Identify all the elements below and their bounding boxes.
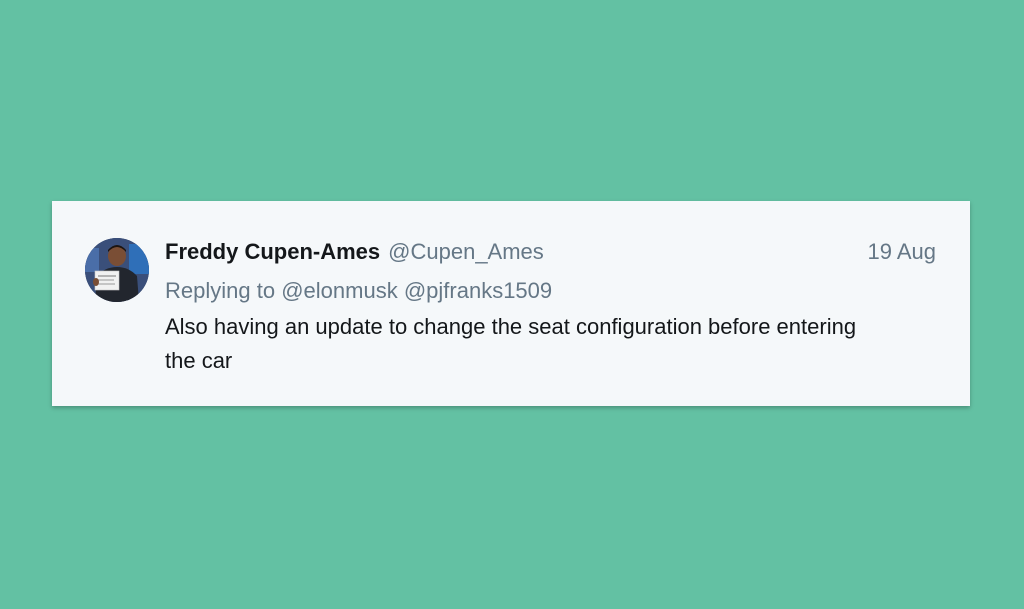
tweet-header: Freddy Cupen-Ames @Cupen_Ames 19 Aug: [165, 239, 936, 273]
user-handle[interactable]: @Cupen_Ames: [388, 239, 544, 265]
replying-to-label: Replying to: [165, 278, 276, 303]
mention-link[interactable]: @elonmusk: [281, 278, 398, 303]
replying-to-line: Replying to @elonmusk @pjfranks1509: [165, 278, 552, 304]
mention-link[interactable]: @pjfranks1509: [404, 278, 552, 303]
tweet-timestamp[interactable]: 19 Aug: [867, 239, 936, 265]
display-name[interactable]: Freddy Cupen-Ames: [165, 239, 380, 265]
avatar[interactable]: [85, 238, 149, 302]
tweet-card[interactable]: Freddy Cupen-Ames @Cupen_Ames 19 Aug Rep…: [52, 201, 970, 406]
tweet-text: Also having an update to change the seat…: [165, 314, 857, 373]
avatar-photo-icon: [85, 238, 149, 302]
